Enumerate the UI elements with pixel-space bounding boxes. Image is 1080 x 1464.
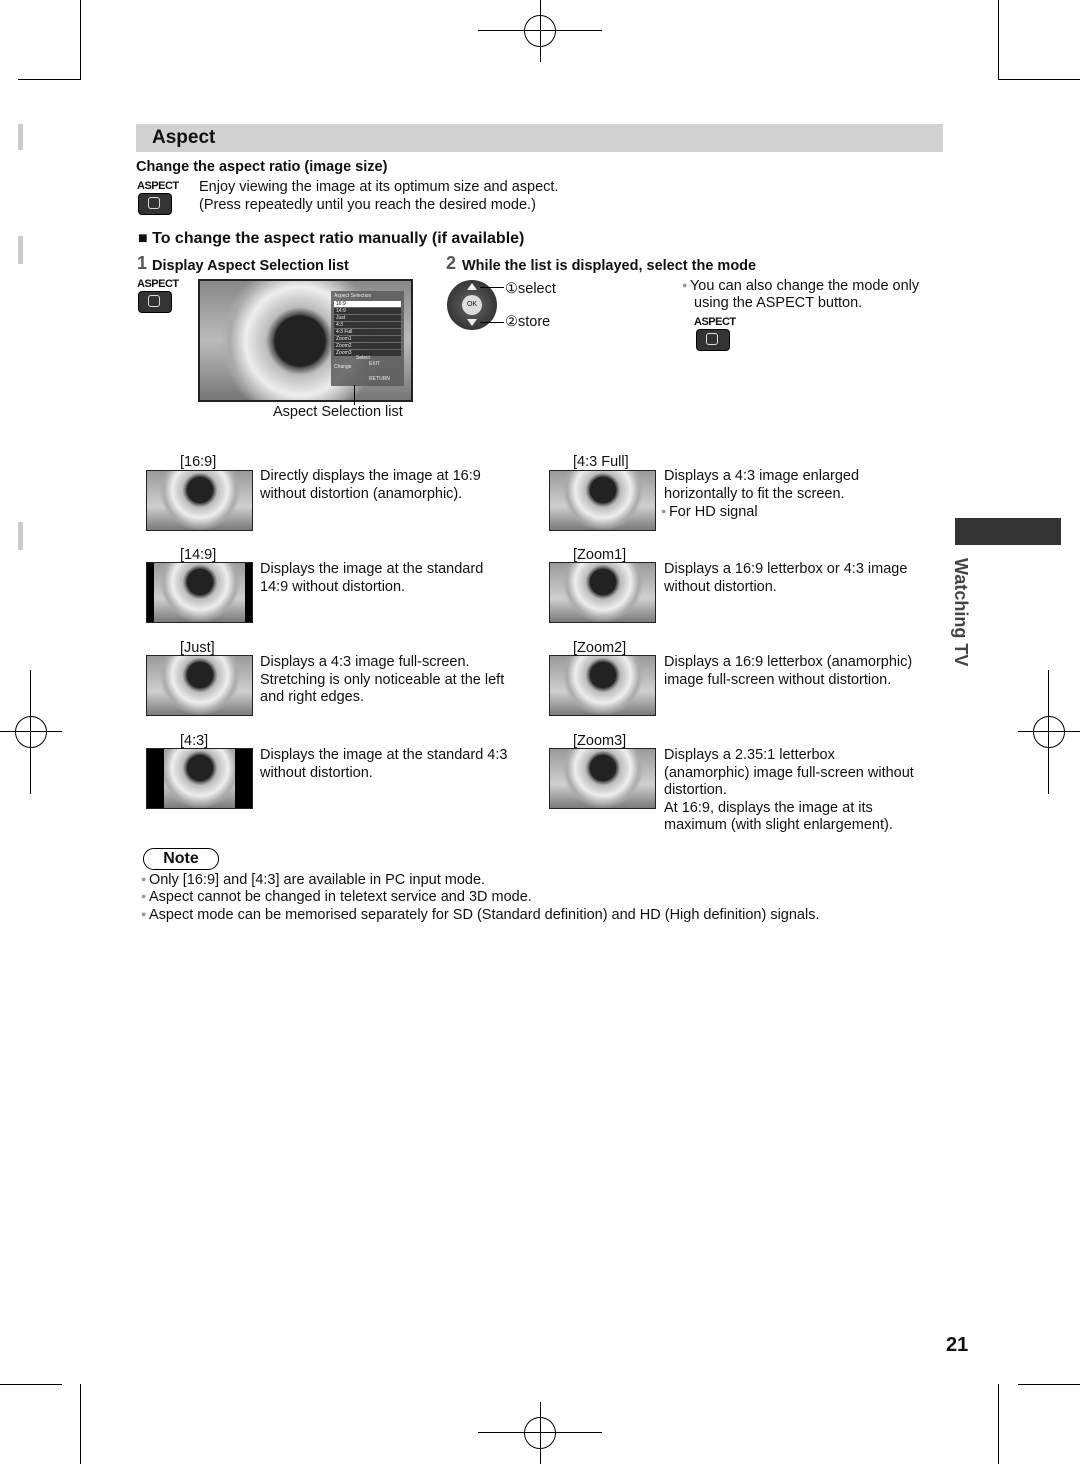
mode-thumbnail (549, 748, 656, 809)
menu-item: 4:3 Full (334, 329, 401, 335)
note-item: Aspect cannot be changed in teletext ser… (141, 888, 532, 907)
step2-note: You can also change the mode only (682, 277, 919, 296)
mode-label: [4:3 Full] (573, 454, 629, 470)
step-number: 1 (137, 253, 148, 273)
menu-item: Zoom1 (334, 336, 401, 342)
manual-heading: ■ To change the aspect ratio manually (i… (138, 230, 525, 247)
intro-text: (Press repeatedly until you reach the de… (199, 197, 536, 213)
mode-description: Displays the image at the standard 4:3 (260, 747, 508, 763)
mode-description: without distortion. (664, 578, 777, 595)
mode-thumbnail (146, 655, 253, 716)
aspect-selection-menu: Aspect Selection 16:9 14:9 Just 4:3 4:3 Full… (331, 291, 404, 386)
aspect-button-icon (138, 193, 172, 215)
page-number: 21 (946, 1334, 969, 1356)
mode-thumbnail (146, 748, 253, 809)
mode-thumbnail (146, 562, 253, 623)
mode-description: horizontally to fit the screen. (664, 485, 845, 502)
mode-description: 14:9 without distortion. (260, 578, 406, 595)
step1-text: Display Aspect Selection list (152, 258, 349, 274)
mode-description: Displays a 16:9 letterbox or 4:3 image (664, 561, 908, 577)
menu-item: Zoom2 (334, 343, 401, 349)
store-label: ②store (505, 314, 551, 330)
mode-description: Displays a 4:3 image enlarged (664, 468, 860, 484)
step2-note: using the ASPECT button. (694, 295, 863, 311)
mode-thumbnail (146, 470, 253, 531)
menu-item: Just (334, 315, 401, 321)
manual-page: { "section_title":"Aspect", "change_head… (0, 0, 1080, 1464)
mode-description: Stretching is only noticeable at the lef… (260, 671, 505, 688)
menu-item: 14:9 (334, 308, 401, 314)
mode-description: maximum (with slight enlargement). (664, 817, 893, 833)
note-badge: Note (143, 848, 219, 870)
side-tab-label: Watching TV (951, 558, 971, 667)
mode-description: At 16:9, displays the image at its (664, 799, 873, 816)
aspect-selection-caption: Aspect Selection list (273, 404, 403, 420)
mode-description: and right edges. (260, 689, 364, 705)
mode-thumbnail (549, 655, 656, 716)
note-item: Only [16:9] and [4:3] are available in P… (141, 871, 485, 890)
mode-description: Displays the image at the standard (260, 561, 484, 577)
mode-label: [16:9] (180, 454, 217, 470)
mode-description: Directly displays the image at 16:9 (260, 468, 481, 484)
mode-thumbnail (549, 562, 656, 623)
side-tab (955, 518, 1061, 545)
intro-text: Enjoy viewing the image at its optimum s… (199, 179, 559, 195)
menu-item: 16:9 (334, 301, 401, 307)
mode-description: Displays a 4:3 image full-screen. (260, 654, 470, 670)
mode-description: without distortion. (260, 764, 373, 781)
mode-description: Displays a 2.35:1 letterbox (664, 747, 835, 763)
aspect-button-icon (138, 291, 172, 313)
aspect-label: ASPECT (137, 180, 179, 192)
menu-item: 4:3 (334, 322, 401, 328)
section-title: Aspect (152, 127, 216, 148)
mode-description: distortion. (664, 782, 727, 798)
section-header: Aspect (136, 124, 943, 152)
aspect-label: ASPECT (137, 278, 179, 290)
step2-text: While the list is displayed, select the … (462, 258, 757, 274)
mode-thumbnail (549, 470, 656, 531)
aspect-button-icon (696, 329, 730, 351)
aspect-label: ASPECT (694, 316, 736, 328)
mode-description: (anamorphic) image full-screen without (664, 764, 914, 781)
mode-description: Displays a 16:9 letterbox (anamorphic) (664, 654, 913, 670)
note-item: Aspect mode can be memorised separately … (141, 906, 820, 925)
select-label: ①select (505, 281, 556, 297)
change-heading: Change the aspect ratio (image size) (136, 159, 388, 175)
mode-description: image full-screen without distortion. (664, 671, 892, 688)
mode-description: without distortion (anamorphic). (260, 485, 463, 502)
step-number: 2 (446, 253, 457, 273)
mode-bullet: For HD signal (661, 503, 758, 522)
tv-screen-image: Aspect Selection 16:9 14:9 Just 4:3 4:3 Full… (198, 279, 413, 402)
